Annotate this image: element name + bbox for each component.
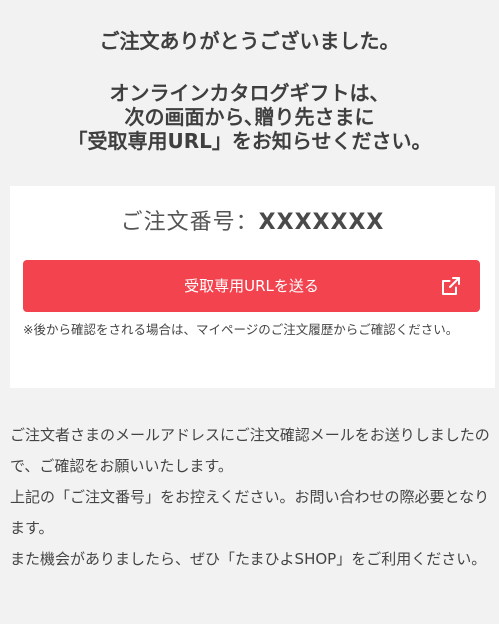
order-number-label: ご注文番号： bbox=[120, 210, 259, 235]
order-card: ご注文番号：XXXXXXX 受取専用URLを送る ※後から確認をされる場合は、マ… bbox=[10, 186, 495, 388]
message-paragraph-1: ご注文者さまのメールアドレスにご注文確認メールをお送りしましたので、ご確認をお願… bbox=[10, 426, 490, 475]
history-note: ※後から確認をされる場合は、マイページのご注文履歴からご確認ください。 bbox=[23, 322, 459, 337]
message-paragraph-2: 上記の「ご注文番号」をお控えください。お問い合わせの際必要となります。 bbox=[10, 488, 490, 537]
instruction-heading: オンラインカタログギフトは、 次の画面から､贈り先さまに 「受取専用URL」をお… bbox=[0, 81, 499, 153]
instruction-line-2: 次の画面から､贈り先さまに bbox=[124, 105, 375, 129]
send-url-button-label: 受取専用URLを送る bbox=[184, 277, 319, 295]
instruction-line-1: オンラインカタログギフトは、 bbox=[109, 81, 390, 105]
send-url-button[interactable]: 受取専用URLを送る bbox=[23, 260, 480, 312]
thanks-heading: ご注文ありがとうございました。 bbox=[99, 29, 400, 53]
confirmation-message: ご注文者さまのメールアドレスにご注文確認メールをお送りしましたので、ご確認をお願… bbox=[10, 420, 494, 575]
external-link-icon bbox=[442, 277, 460, 295]
message-paragraph-3: また機会がありましたら、ぜひ「たまひよSHOP」をご利用ください。 bbox=[10, 550, 487, 568]
instruction-line-3: 「受取専用URL」をお知らせください。 bbox=[67, 129, 432, 153]
order-number: ご注文番号：XXXXXXX bbox=[10, 208, 495, 238]
order-number-value: XXXXXXX bbox=[258, 210, 385, 235]
